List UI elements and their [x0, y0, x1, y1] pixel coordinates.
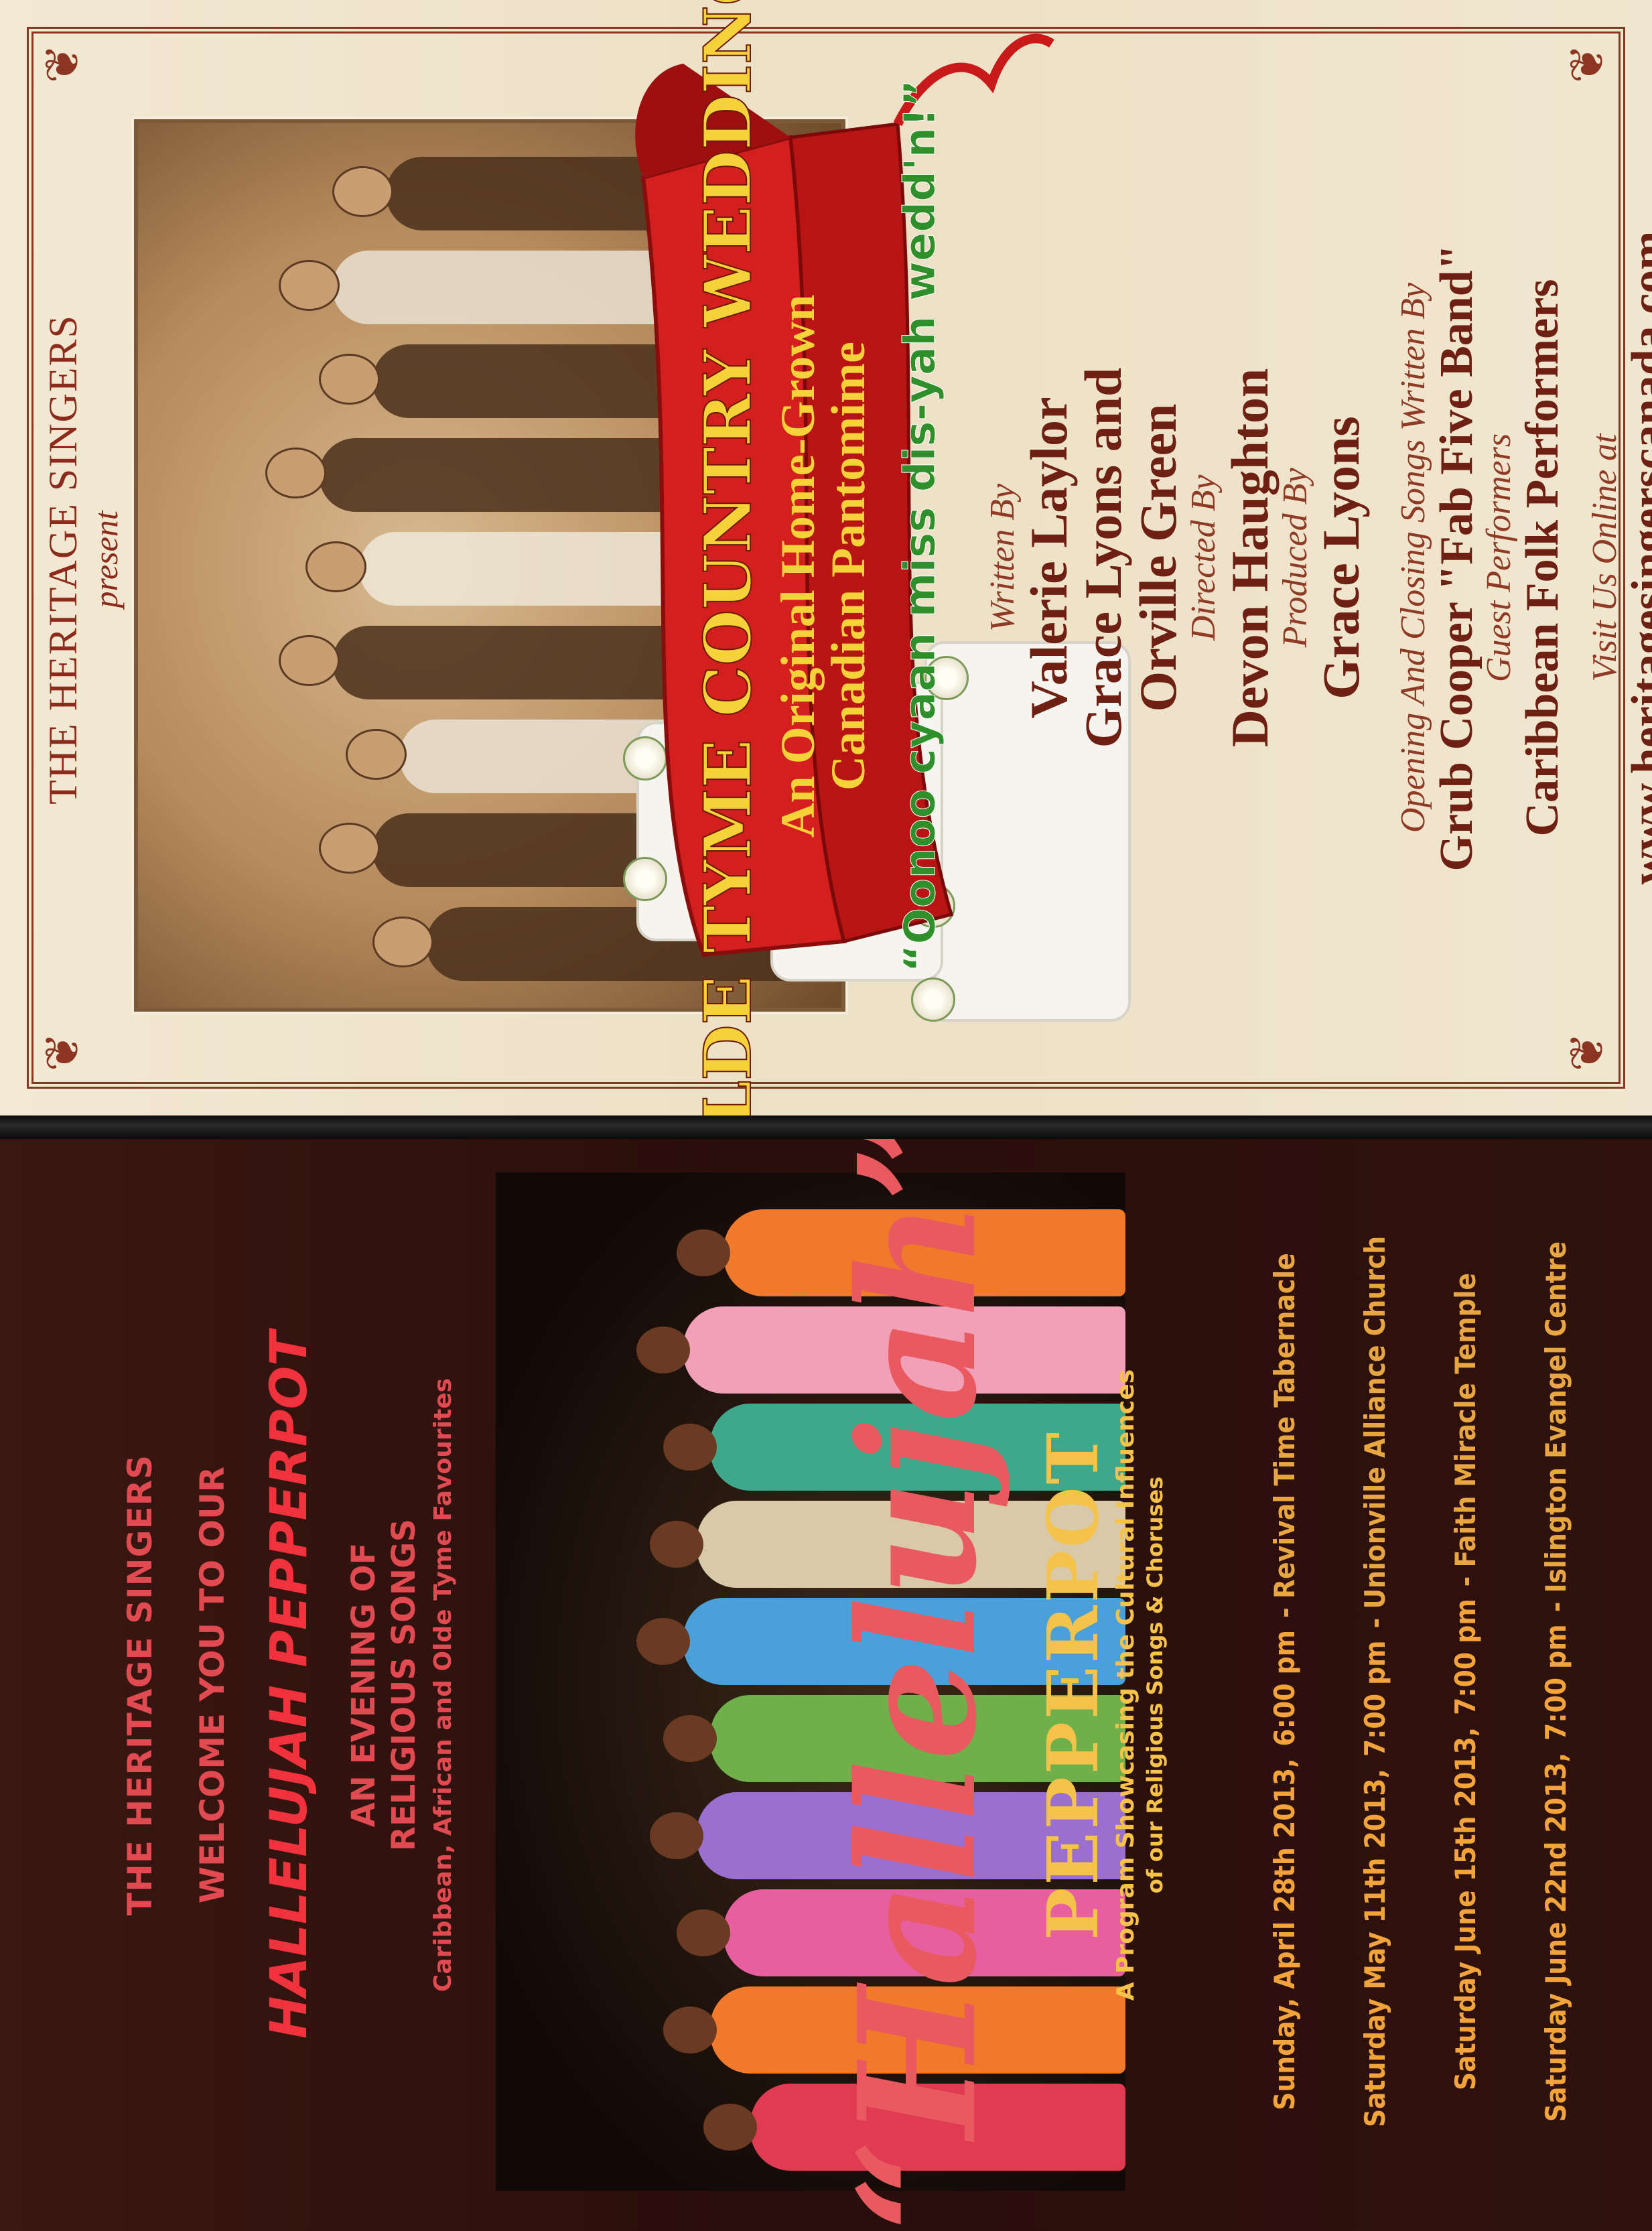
- wedding-subtitle-line1: An Original Home-Grown: [771, 295, 825, 838]
- credits-block: Written By Valerie Laylor Grace Lyons an…: [983, 0, 1652, 1116]
- writer-1: Valerie Laylor: [1019, 397, 1078, 719]
- intro-line-1: THE HERITAGE SINGERS: [121, 1454, 159, 1916]
- writer-2: Grace Lyons and: [1074, 367, 1133, 748]
- choir-stage-photo: [496, 1172, 1125, 2191]
- produced-by-label: Produced By: [1276, 468, 1314, 648]
- pepperpot-flyer: THE HERITAGE SINGERS WELCOME YOU TO OUR …: [0, 1139, 1652, 2231]
- intro-line-4a: AN EVENING OF: [345, 1542, 383, 1828]
- writer-3: Orville Green: [1129, 403, 1188, 712]
- wedding-tagline: “Oonoo cyaan miss dis-yah wedd'n!”: [896, 80, 945, 973]
- written-by-label: Written By: [983, 484, 1022, 632]
- date-day: Saturday May 11th 2013,: [1359, 1769, 1391, 2128]
- date-time: 7:00 pm: [1449, 1599, 1482, 1715]
- intro-line-4b: RELIGIOUS SONGS: [385, 1518, 423, 1852]
- pepperpot-title: PEPPERPOT: [1032, 1430, 1114, 1940]
- intro-line-2: WELCOME YOU TO OUR: [193, 1466, 232, 1904]
- date-venue: - Islington Evangel Centre: [1539, 1241, 1572, 1613]
- director-name: Devon Haughton: [1220, 368, 1279, 748]
- producer-name: Grace Lyons: [1312, 416, 1371, 699]
- date-time: 7:00 pm: [1539, 1624, 1572, 1741]
- pepperpot-subtitle-2: of our Religious Songs & Choruses: [1142, 1476, 1168, 1894]
- wedding-flyer-content: ❦ ❦ ❦ ❦ THE HERITAGE SINGERS present OLD…: [0, 0, 1652, 1116]
- wedding-flyer: ❦ ❦ ❦ ❦ THE HERITAGE SINGERS present OLD…: [0, 0, 1652, 1116]
- wedding-title: OLDE TYME COUNTRY WEDDING: [690, 0, 766, 1116]
- songwriter-name: Grub Cooper "Fab Five Band": [1430, 244, 1483, 872]
- pepperpot-flyer-content: THE HERITAGE SINGERS WELCOME YOU TO OUR …: [0, 1139, 1652, 2231]
- intro-line-5: Caribbean, African and Olde Tyme Favouri…: [429, 1377, 457, 1992]
- directed-by-label: Directed By: [1184, 474, 1223, 641]
- guest-performers-name: Caribbean Folk Performers: [1516, 279, 1568, 837]
- date-day: Sunday, April 28th 2013,: [1268, 1758, 1301, 2110]
- scan-gap: [0, 1116, 1652, 1139]
- intro-text: THE HERITAGE SINGERS WELCOME YOU TO OUR …: [121, 1139, 457, 2231]
- performance-dates: Sunday, April 28th 2013, 6:00 pm - Reviv…: [1239, 1159, 1601, 2204]
- date-day: Saturday June 22nd 2013,: [1539, 1752, 1572, 2122]
- intro-line-3: HALLELUJAH PEPPERPOT: [259, 1331, 318, 2039]
- wedding-subtitle-line2: Canadian Pantomime: [821, 342, 875, 791]
- hallelujah-script-title: “Hallelujah”: [823, 1139, 1012, 2231]
- songs-label: Opening And Closing Songs Written By: [1394, 283, 1433, 833]
- website-link[interactable]: www.heritagesingerscanada.com: [1623, 0, 1652, 1116]
- pepperpot-subtitle-1: A Program Showcasing the Cultural Influe…: [1112, 1369, 1140, 2001]
- date-day: Saturday June 15th 2013,: [1449, 1727, 1482, 2091]
- date-venue: - Faith Miracle Temple: [1449, 1272, 1482, 1587]
- date-venue: - Unionville Alliance Church: [1359, 1235, 1391, 1629]
- date-row: Sunday, April 28th 2013, 6:00 pm - Reviv…: [1239, 1159, 1330, 2204]
- date-venue: - Revival Time Tabernacle: [1268, 1253, 1301, 1618]
- date-row: Saturday May 11th 2013, 7:00 pm - Unionv…: [1330, 1159, 1420, 2204]
- date-time: 6:00 pm: [1268, 1629, 1301, 1747]
- guest-performers-label: Guest Performers: [1480, 433, 1519, 683]
- date-row: Saturday June 22nd 2013, 7:00 pm - Islin…: [1511, 1159, 1601, 2204]
- visit-label: Visit Us Online at: [1586, 433, 1625, 682]
- date-row: Saturday June 15th 2013, 7:00 pm - Faith…: [1420, 1159, 1511, 2204]
- date-time: 7:00 pm: [1359, 1640, 1391, 1757]
